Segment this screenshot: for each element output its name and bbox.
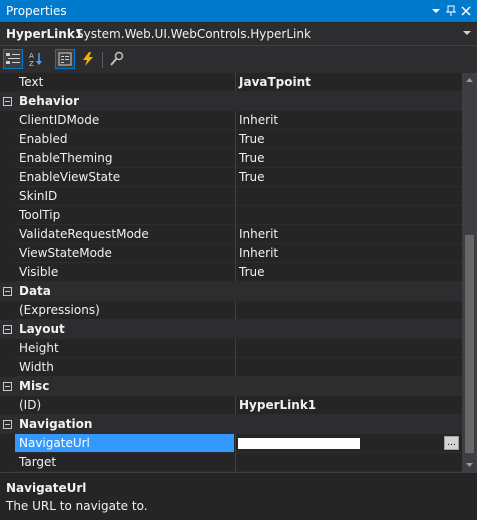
property-row-enableviewstate[interactable]: EnableViewState True [0,168,462,187]
property-value[interactable] [235,358,462,377]
property-row-height[interactable]: Height [0,339,462,358]
property-pages-icon[interactable] [107,49,127,69]
property-value[interactable] [235,339,462,358]
scroll-down-icon[interactable] [462,458,477,472]
category-navigation[interactable]: Navigation [0,415,462,434]
property-name: Height [15,339,234,358]
property-name: Text [15,73,234,92]
property-value[interactable] [235,453,462,472]
property-row-expressions[interactable]: (Expressions) [0,301,462,320]
toolbar-separator [102,52,103,68]
property-value[interactable]: HyperLink1 [235,396,462,415]
object-selector[interactable]: HyperLink1 System.Web.UI.WebControls.Hyp… [0,23,477,46]
category-label: Layout [19,322,65,336]
property-row-id[interactable]: (ID) HyperLink1 [0,396,462,415]
property-name: Visible [15,263,234,282]
property-name: Target [15,453,234,472]
collapse-icon[interactable] [3,325,12,334]
description-title: NavigateUrl [6,481,87,495]
window-title: Properties [6,4,67,18]
property-row-viewstatemode[interactable]: ViewStateMode Inherit [0,244,462,263]
property-row-navigateurl[interactable]: NavigateUrl ... [0,434,462,453]
category-behavior[interactable]: Behavior [0,92,462,111]
property-row-skinid[interactable]: SkinID [0,187,462,206]
property-value[interactable]: True [235,168,462,187]
property-row-enabletheming[interactable]: EnableTheming True [0,149,462,168]
property-row-width[interactable]: Width [0,358,462,377]
navigateurl-input[interactable] [238,438,360,449]
property-name: (ID) [15,396,234,415]
categorized-icon[interactable] [3,49,23,69]
category-data[interactable]: Data [0,282,462,301]
category-label: Navigation [19,417,93,431]
close-icon[interactable] [458,3,474,19]
object-type: System.Web.UI.WebControls.HyperLink [76,27,311,41]
description-text: The URL to navigate to. [6,499,148,513]
alphabetical-icon[interactable]: A Z [26,49,46,69]
property-name: EnableViewState [15,168,234,187]
object-name: HyperLink1 [6,27,84,41]
title-bar: Properties [0,0,477,22]
property-row-validaterequestmode[interactable]: ValidateRequestMode Inherit [0,225,462,244]
svg-text:A: A [29,52,34,60]
property-row-target[interactable]: Target [0,453,462,472]
property-value[interactable]: True [235,149,462,168]
category-label: Data [19,284,51,298]
property-row-text[interactable]: Text JavaTpoint [0,73,462,92]
property-value[interactable] [235,187,462,206]
property-value[interactable]: True [235,130,462,149]
property-row-visible[interactable]: Visible True [0,263,462,282]
property-row-enabled[interactable]: Enabled True [0,130,462,149]
category-label: Behavior [19,94,80,108]
chevron-down-icon[interactable] [463,26,471,43]
dropdown-arrow-icon[interactable] [428,3,444,19]
property-value[interactable]: True [235,263,462,282]
category-misc[interactable]: Misc [0,377,462,396]
ellipsis-button[interactable]: ... [444,436,459,450]
property-name: (Expressions) [15,301,234,320]
property-name: Enabled [15,130,234,149]
property-grid: Text JavaTpoint Behavior ClientIDMode In… [0,73,462,472]
scroll-thumb[interactable] [465,235,474,453]
property-row-tooltip[interactable]: ToolTip [0,206,462,225]
property-value[interactable] [235,301,462,320]
collapse-icon[interactable] [3,97,12,106]
property-name: ClientIDMode [15,111,234,130]
property-name: EnableTheming [15,149,234,168]
properties-icon[interactable] [55,49,75,69]
property-name: ToolTip [15,206,234,225]
svg-text:Z: Z [29,60,34,67]
navigateurl-value[interactable]: ... [235,434,462,453]
property-name: NavigateUrl [15,434,234,453]
vertical-scrollbar[interactable] [462,73,477,472]
property-name: Width [15,358,234,377]
property-value[interactable]: Inherit [235,225,462,244]
property-value[interactable]: JavaTpoint [235,73,462,92]
property-row-clientidmode[interactable]: ClientIDMode Inherit [0,111,462,130]
property-name: ViewStateMode [15,244,234,263]
pin-icon[interactable] [443,3,459,19]
category-label: Misc [19,379,50,393]
property-name: SkinID [15,187,234,206]
category-layout[interactable]: Layout [0,320,462,339]
scroll-up-icon[interactable] [462,73,477,87]
property-name: ValidateRequestMode [15,225,234,244]
property-value[interactable] [235,206,462,225]
property-value[interactable]: Inherit [235,111,462,130]
description-pane: NavigateUrl The URL to navigate to. [0,472,477,520]
collapse-icon[interactable] [3,382,12,391]
properties-toolbar: A Z [0,46,477,74]
events-icon[interactable] [78,49,98,69]
collapse-icon[interactable] [3,420,12,429]
collapse-icon[interactable] [3,287,12,296]
property-value[interactable]: Inherit [235,244,462,263]
